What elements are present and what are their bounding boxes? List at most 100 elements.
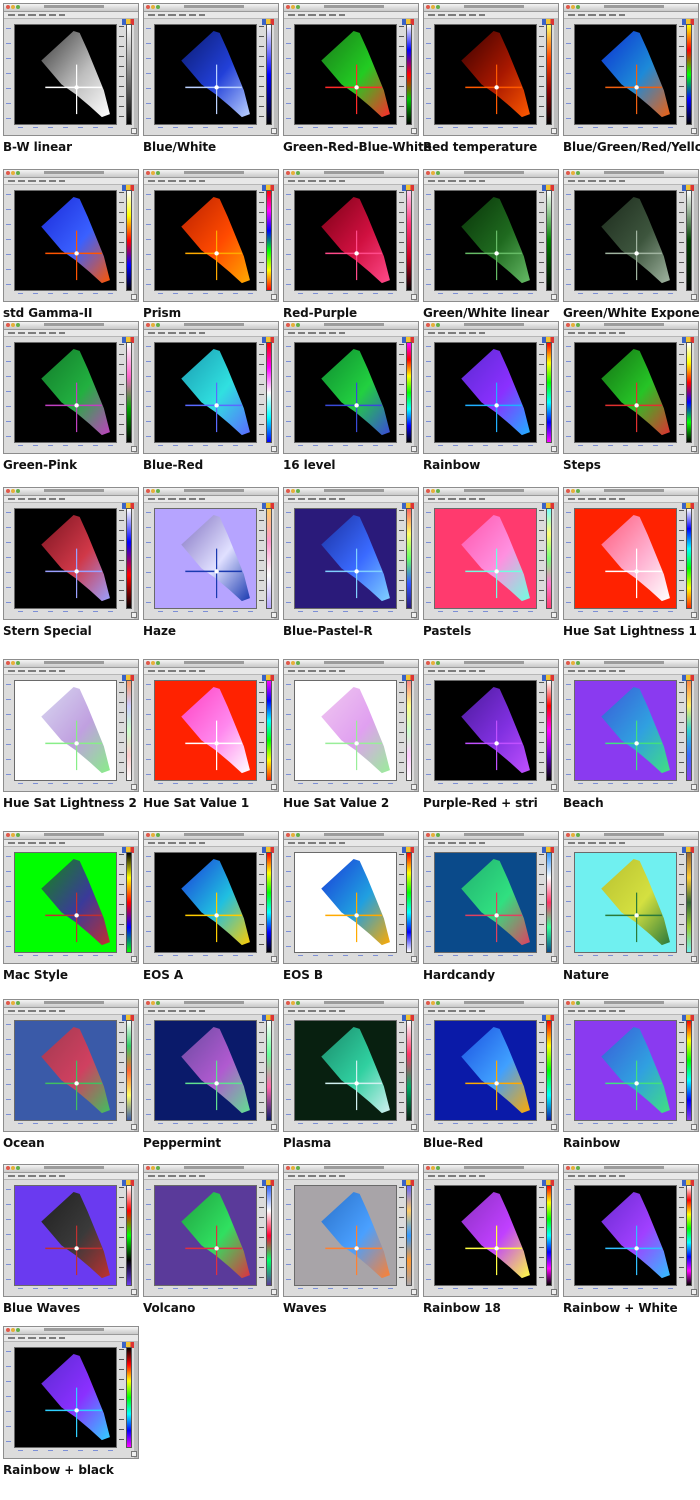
menu-item[interactable] [49, 498, 56, 500]
menu-item[interactable] [329, 180, 336, 182]
close-window-icon[interactable] [6, 1328, 10, 1332]
menu-item[interactable] [168, 14, 176, 16]
menu-item[interactable] [189, 1010, 196, 1012]
minimize-window-icon[interactable] [571, 833, 575, 837]
zoom-window-icon[interactable] [576, 323, 580, 327]
window-scrollbar[interactable] [554, 1014, 558, 1131]
minimize-window-icon[interactable] [11, 323, 15, 327]
menu-item[interactable] [179, 14, 186, 16]
menu-item[interactable] [599, 14, 606, 16]
minimize-window-icon[interactable] [151, 1166, 155, 1170]
menu-item[interactable] [319, 14, 326, 16]
menu-item[interactable] [428, 498, 435, 500]
menu-item[interactable] [459, 14, 466, 16]
window-scrollbar[interactable] [274, 846, 278, 963]
window-scrollbar[interactable] [414, 846, 418, 963]
menu-item[interactable] [448, 332, 456, 334]
minimize-window-icon[interactable] [431, 661, 435, 665]
plot-area[interactable] [154, 342, 257, 443]
menu-item[interactable] [39, 1337, 46, 1339]
close-window-icon[interactable] [146, 171, 150, 175]
plot-area[interactable] [294, 852, 397, 953]
resize-handle-icon[interactable] [411, 294, 417, 300]
menu-item[interactable] [18, 842, 25, 844]
zoom-window-icon[interactable] [576, 661, 580, 665]
menu-item[interactable] [578, 332, 585, 334]
minimize-window-icon[interactable] [11, 1001, 15, 1005]
menu-item[interactable] [469, 842, 476, 844]
zoom-window-icon[interactable] [156, 5, 160, 9]
colormap-thumbnail[interactable]: Hue Sat Value 2 [283, 659, 419, 810]
plot-area[interactable] [154, 508, 257, 609]
menu-item[interactable] [8, 1175, 15, 1177]
menu-item[interactable] [179, 670, 186, 672]
resize-handle-icon[interactable] [411, 956, 417, 962]
resize-handle-icon[interactable] [411, 1289, 417, 1295]
menu-item[interactable] [39, 842, 46, 844]
resize-handle-icon[interactable] [131, 294, 137, 300]
minimize-window-icon[interactable] [571, 5, 575, 9]
plot-area[interactable] [14, 508, 117, 609]
window-scrollbar[interactable] [134, 674, 138, 791]
minimize-window-icon[interactable] [571, 1166, 575, 1170]
menu-item[interactable] [59, 332, 65, 334]
resize-handle-icon[interactable] [551, 1289, 557, 1295]
close-window-icon[interactable] [6, 5, 10, 9]
colormap-thumbnail[interactable]: Nature [563, 831, 699, 982]
colormap-thumbnail[interactable]: 16 level [283, 321, 419, 472]
resize-handle-icon[interactable] [131, 956, 137, 962]
menu-item[interactable] [459, 670, 466, 672]
zoom-window-icon[interactable] [576, 1001, 580, 1005]
colormap-thumbnail[interactable]: Rainbow [563, 999, 699, 1150]
menu-item[interactable] [179, 498, 186, 500]
menu-item[interactable] [179, 180, 186, 182]
close-window-icon[interactable] [6, 833, 10, 837]
zoom-window-icon[interactable] [156, 171, 160, 175]
minimize-window-icon[interactable] [151, 5, 155, 9]
plot-area[interactable] [294, 680, 397, 781]
plot-area[interactable] [574, 24, 677, 125]
zoom-window-icon[interactable] [16, 5, 20, 9]
menu-item[interactable] [8, 498, 15, 500]
menu-item[interactable] [199, 1175, 205, 1177]
close-window-icon[interactable] [566, 1166, 570, 1170]
menu-item[interactable] [319, 332, 326, 334]
colormap-thumbnail[interactable]: Hue Sat Lightness 2 [3, 659, 139, 810]
menu-item[interactable] [619, 842, 625, 844]
menu-item[interactable] [308, 670, 316, 672]
menu-item[interactable] [339, 180, 345, 182]
close-window-icon[interactable] [426, 323, 430, 327]
close-window-icon[interactable] [6, 1166, 10, 1170]
plot-area[interactable] [154, 190, 257, 291]
close-window-icon[interactable] [286, 323, 290, 327]
minimize-window-icon[interactable] [291, 489, 295, 493]
menu-item[interactable] [158, 14, 165, 16]
zoom-window-icon[interactable] [16, 1001, 20, 1005]
resize-handle-icon[interactable] [131, 128, 137, 134]
menu-item[interactable] [158, 1175, 165, 1177]
resize-handle-icon[interactable] [691, 1124, 697, 1130]
colormap-thumbnail[interactable]: Ocean [3, 999, 139, 1150]
menu-item[interactable] [179, 1010, 186, 1012]
menu-item[interactable] [199, 498, 205, 500]
colormap-thumbnail[interactable]: Hardcandy [423, 831, 559, 982]
plot-area[interactable] [294, 190, 397, 291]
plot-area[interactable] [574, 1185, 677, 1286]
menu-item[interactable] [568, 1175, 575, 1177]
menu-item[interactable] [199, 180, 205, 182]
colormap-thumbnail[interactable]: B-W linear [3, 3, 139, 154]
resize-handle-icon[interactable] [271, 446, 277, 452]
menu-item[interactable] [28, 1175, 36, 1177]
menu-item[interactable] [319, 1175, 326, 1177]
menu-item[interactable] [329, 498, 336, 500]
resize-handle-icon[interactable] [271, 956, 277, 962]
plot-area[interactable] [574, 680, 677, 781]
close-window-icon[interactable] [6, 661, 10, 665]
plot-area[interactable] [294, 1020, 397, 1121]
menu-item[interactable] [619, 670, 625, 672]
menu-item[interactable] [469, 1175, 476, 1177]
close-window-icon[interactable] [146, 1166, 150, 1170]
menu-item[interactable] [28, 180, 36, 182]
close-window-icon[interactable] [146, 661, 150, 665]
close-window-icon[interactable] [146, 833, 150, 837]
